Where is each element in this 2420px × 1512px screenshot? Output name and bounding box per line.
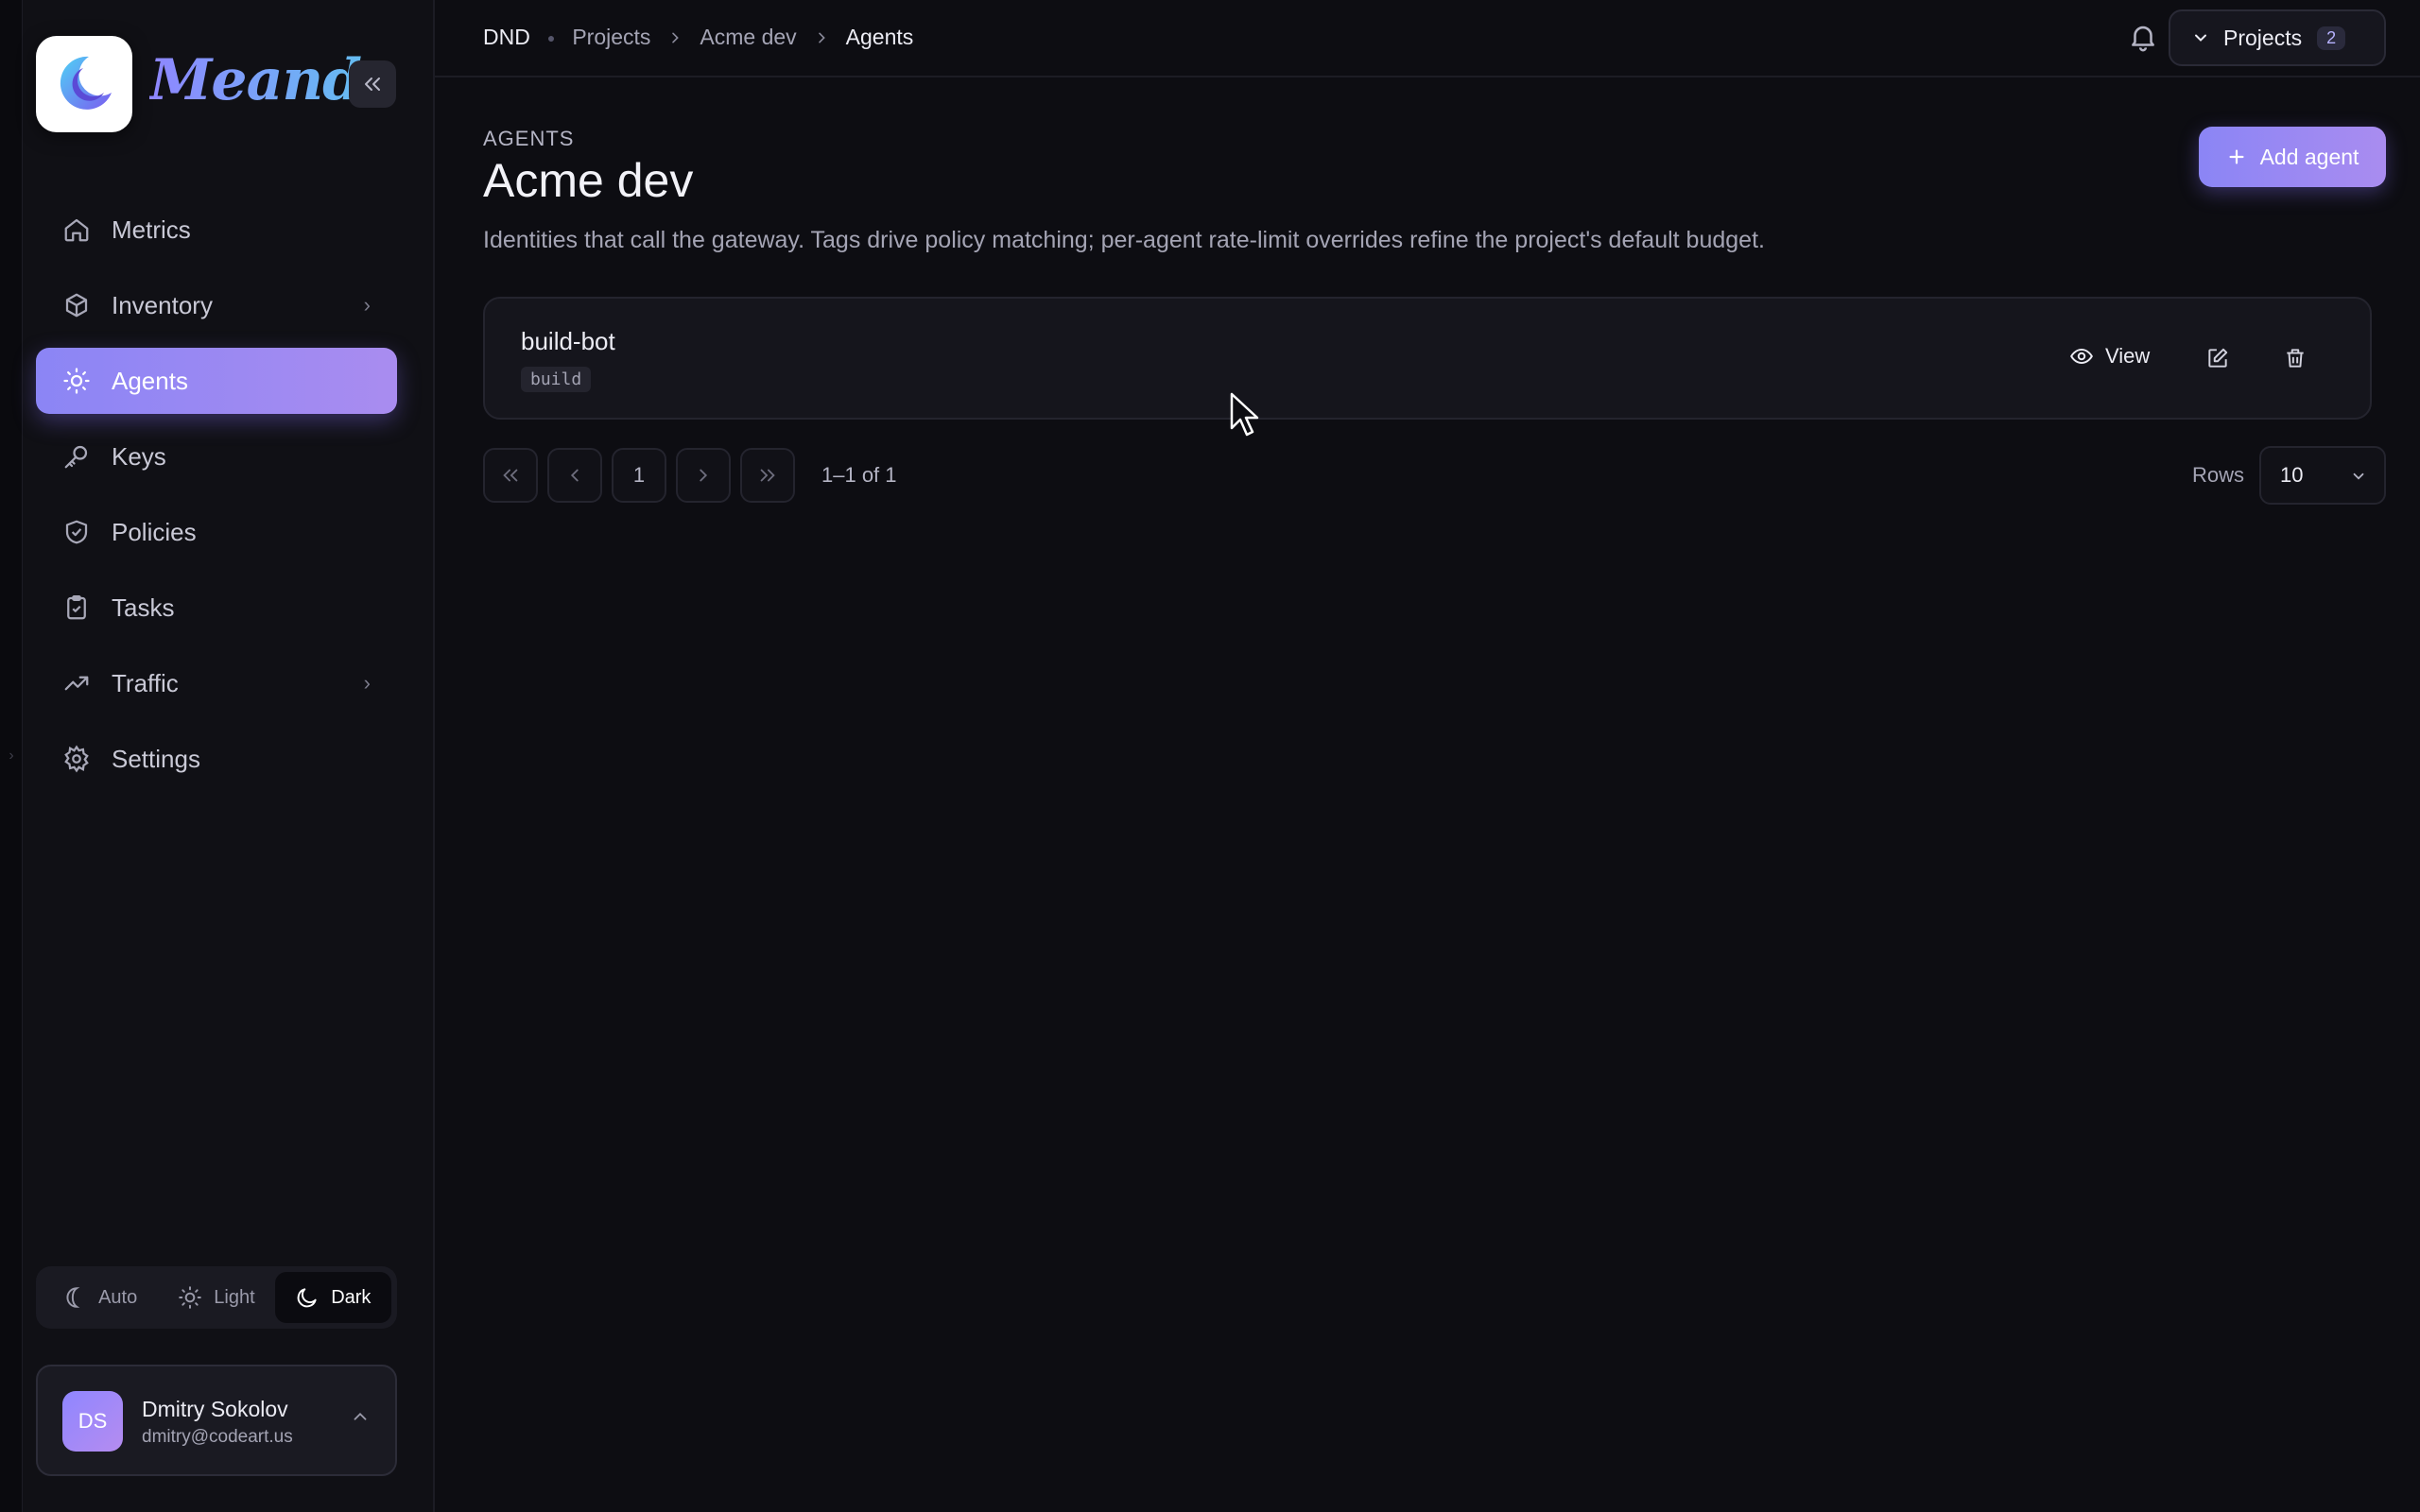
box-icon: [65, 293, 88, 318]
chevron-right-icon: ›: [363, 293, 371, 317]
sidebar-item-label: Metrics: [112, 215, 191, 244]
theme-auto-button[interactable]: Auto: [42, 1272, 158, 1323]
sidebar-item-label: Settings: [112, 744, 200, 773]
add-agent-button[interactable]: Add agent: [2199, 127, 2386, 187]
chevron-down-icon: [2353, 472, 2364, 480]
sidebar-item-traffic[interactable]: Traffic ›: [36, 650, 397, 716]
plus-icon: [2229, 149, 2244, 164]
chevron-left-icon: [570, 469, 579, 482]
sidebar-item-settings[interactable]: Settings: [36, 726, 397, 792]
avatar: DS: [62, 1391, 123, 1452]
page-subtitle: Identities that call the gateway. Tags d…: [483, 227, 1765, 253]
edit-icon[interactable]: [2205, 346, 2230, 370]
sidebar-item-label: Traffic: [112, 668, 179, 697]
chevron-right-icon: [700, 469, 708, 482]
sidebar-item-metrics[interactable]: Metrics: [36, 197, 397, 263]
sidebar-item-label: Keys: [112, 441, 166, 471]
sidebar-item-inventory[interactable]: Inventory ›: [36, 272, 397, 338]
chevron-up-icon: [354, 1412, 367, 1420]
logo-icon: [36, 36, 132, 132]
breadcrumb-org[interactable]: DND: [483, 25, 530, 50]
rows-per-page: Rows 10: [2192, 446, 2386, 505]
rows-select[interactable]: 10: [2259, 446, 2386, 505]
user-email: dmitry@codeart.us: [142, 1427, 293, 1447]
prev-page-button[interactable]: [547, 448, 602, 503]
theme-dark-label: Dark: [331, 1286, 372, 1308]
home-icon: [64, 218, 89, 242]
theme-light-label: Light: [214, 1286, 255, 1308]
chevron-right-icon: ›: [363, 671, 371, 695]
breadcrumb-current: Agents: [845, 25, 914, 49]
projects-dropdown[interactable]: Projects 2: [2169, 9, 2386, 66]
gear-icon: [64, 745, 89, 773]
left-rail: ›: [0, 0, 23, 1512]
sidebar-item-keys[interactable]: Keys: [36, 423, 397, 490]
theme-auto-label: Auto: [98, 1286, 138, 1308]
user-menu[interactable]: DS Dmitry Sokolov dmitry@codeart.us: [36, 1365, 397, 1476]
sidebar-item-policies[interactable]: Policies: [36, 499, 397, 565]
projects-label: Projects: [2223, 25, 2303, 50]
pagination-info: 1–1 of 1: [821, 463, 897, 487]
sidebar-item-tasks[interactable]: Tasks: [36, 575, 397, 641]
key-icon: [64, 445, 88, 469]
mouse-cursor-icon: [1230, 392, 1259, 437]
clipboard-check-icon: [67, 595, 86, 620]
sidebar: Meandr Metrics Inventory › Agents Keys P…: [23, 0, 435, 1512]
bell-icon[interactable]: [2127, 21, 2159, 53]
projects-count-badge: 2: [2317, 26, 2346, 50]
user-name: Dmitry Sokolov: [142, 1397, 288, 1421]
moon-icon: [297, 1288, 317, 1308]
trash-icon[interactable]: [2283, 346, 2308, 370]
view-agent-button[interactable]: View: [2069, 344, 2150, 369]
trending-up-icon: [64, 676, 89, 691]
theme-dark-button[interactable]: Dark: [274, 1272, 391, 1323]
breadcrumb-dot: ●: [546, 29, 556, 45]
list-item: build-bot build View: [483, 297, 2372, 420]
double-chevron-right-icon: [760, 469, 775, 482]
sidebar-item-label: Policies: [112, 517, 197, 546]
double-chevron-left-icon: [365, 77, 380, 91]
collapse-sidebar-button[interactable]: [349, 60, 396, 108]
page-number-button[interactable]: 1: [612, 448, 666, 503]
sidebar-item-agents[interactable]: Agents: [36, 348, 397, 414]
breadcrumb-project[interactable]: Acme dev: [700, 25, 796, 50]
chevron-right-icon: [818, 32, 825, 43]
chevron-right-icon: [672, 32, 680, 43]
breadcrumb-projects[interactable]: Projects: [572, 25, 650, 50]
app-root: › Meandr Metrics Inventory › Agents Keys…: [0, 0, 2420, 1512]
theme-light-button[interactable]: Light: [158, 1272, 274, 1323]
bulb-icon: [63, 368, 90, 394]
chevron-down-icon: [2195, 34, 2206, 42]
sidebar-item-label: Inventory: [112, 290, 213, 319]
breadcrumb: DND ● Projects Acme dev Agents: [483, 25, 913, 50]
section-eyebrow: AGENTS: [483, 127, 575, 150]
shield-check-icon: [65, 520, 88, 544]
sun-icon: [179, 1286, 202, 1309]
last-page-button[interactable]: [740, 448, 795, 503]
pagination: 1 1–1 of 1: [483, 448, 897, 503]
rows-value: 10: [2280, 463, 2304, 487]
double-chevron-left-icon: [503, 469, 518, 482]
eye-icon: [2070, 348, 2093, 365]
main-content: AGENTS Acme dev Identities that call the…: [435, 77, 2420, 1512]
rows-label: Rows: [2191, 463, 2244, 487]
agent-tag: build: [521, 367, 592, 392]
first-page-button[interactable]: [483, 448, 538, 503]
page-title: Acme dev: [483, 154, 694, 207]
add-agent-label: Add agent: [2259, 144, 2360, 169]
view-label: View: [2105, 344, 2151, 368]
theme-switcher: Auto Light Dark: [36, 1266, 397, 1329]
half-circle-icon: [66, 1287, 80, 1308]
sidebar-item-label: Agents: [112, 366, 188, 395]
top-bar: DND ● Projects Acme dev Agents Projects …: [435, 0, 2420, 77]
sidebar-item-label: Tasks: [112, 593, 175, 622]
next-page-button[interactable]: [676, 448, 731, 503]
sidebar-nav: Metrics Inventory › Agents Keys Policies: [36, 197, 397, 801]
agent-name: build-bot: [521, 327, 615, 355]
rail-expand-icon[interactable]: ›: [4, 747, 19, 765]
